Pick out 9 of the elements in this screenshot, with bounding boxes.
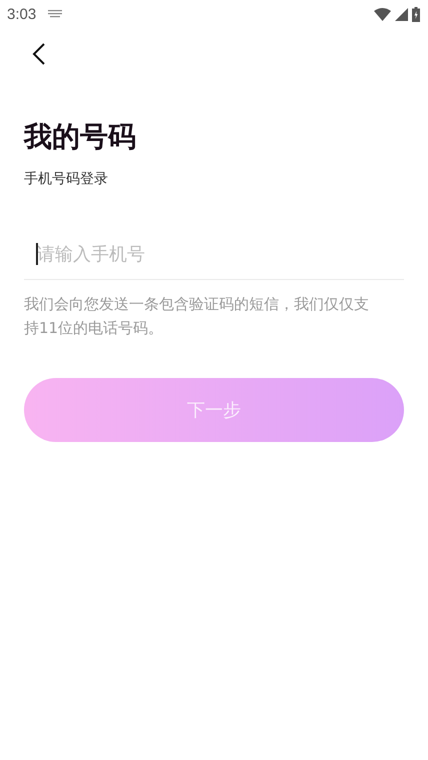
battery-icon [412,6,420,22]
keyboard-icon [48,10,62,18]
hint-text: 我们会向您发送一条包含验证码的短信，我们仅仅支持11位的电话号码。 [24,294,370,339]
clock-time: 3:03 [7,6,36,22]
phone-input-field[interactable]: 请输入手机号 [24,229,404,280]
signal-icon [395,8,408,20]
wifi-icon [374,8,391,20]
subtitle: 手机号码登录 [24,170,109,189]
page-title: 我的号码 [24,119,137,155]
